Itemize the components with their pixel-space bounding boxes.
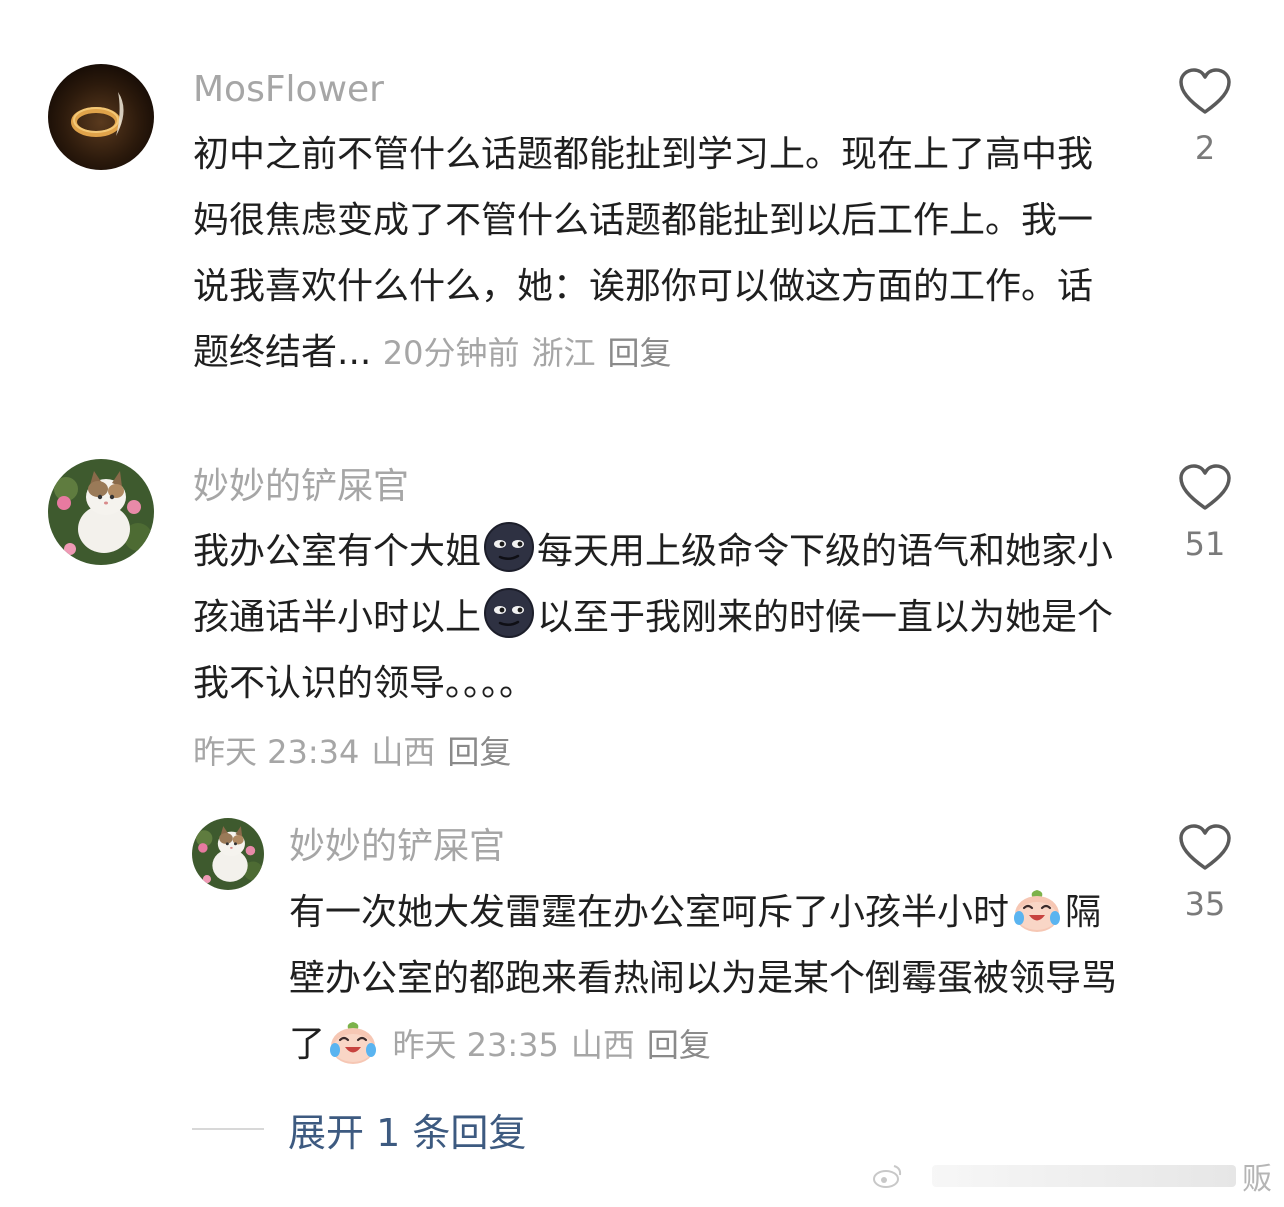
comment-meta: 昨天 23:34 山西 回复: [193, 730, 523, 774]
avatar[interactable]: [48, 459, 154, 565]
comment-body-part: 有一次她大发雷霆在办公室呵斥了小孩半小时: [289, 892, 1010, 933]
comment-location: 山西: [570, 1026, 635, 1064]
heart-icon: [1179, 464, 1231, 510]
comment-time: 昨天 23:35: [392, 1026, 559, 1064]
comment-meta: 20分钟前 浙江 回复: [383, 334, 684, 372]
watermark-text: 贩: [1242, 1162, 1272, 1197]
comment-text: 我办公室有个大姐 每天用上级命令下级的语气和她家小孩通话半小时以上 以至于我刚来…: [193, 519, 1128, 717]
comment-body-part: 我办公室有个大姐: [193, 531, 482, 572]
like-count: 51: [1184, 525, 1226, 563]
weibo-logo-icon: [873, 1165, 902, 1188]
username[interactable]: MosFlower: [193, 68, 384, 112]
crying-laughing-peach-emoji-icon: [330, 1022, 377, 1064]
cat-in-flowers-avatar-icon: [48, 459, 154, 565]
comment-time: 昨天 23:34: [193, 733, 360, 771]
comment-location: 山西: [371, 733, 436, 771]
cat-in-flowers-avatar-icon: [192, 818, 264, 890]
comment-meta: 昨天 23:35 山西 回复: [392, 1026, 722, 1064]
avatar[interactable]: [48, 64, 154, 170]
expand-replies-label: 展开 1 条回复: [288, 1110, 527, 1155]
smirking-dark-face-emoji-icon: [484, 522, 535, 572]
comment-text: 有一次她大发雷霆在办公室呵斥了小孩半小时 隔壁办公室的都跑来看热闹以为是某个倒霉…: [289, 880, 1129, 1078]
comment-location: 浙江: [531, 334, 596, 372]
ring-feather-avatar-icon: [48, 64, 154, 170]
reply-button[interactable]: 回复: [647, 1026, 711, 1064]
like-count: 2: [1194, 129, 1216, 167]
comment-time: 20分钟前: [382, 334, 520, 372]
expand-replies-button[interactable]: 展开 1 条回复: [192, 1104, 527, 1155]
username[interactable]: 妙妙的铲屎官: [289, 825, 505, 869]
divider: [192, 1128, 264, 1130]
like-button[interactable]: 2: [1170, 68, 1240, 168]
comment-text: 初中之前不管什么话题都能扯到学习上。现在上了高中我妈很焦虑变成了不管什么话题都能…: [193, 122, 1123, 386]
smirking-dark-face-emoji-icon: [484, 588, 535, 638]
like-button[interactable]: 35: [1170, 824, 1240, 924]
reply-button[interactable]: 回复: [447, 733, 511, 771]
avatar[interactable]: [192, 818, 264, 890]
like-count: 35: [1184, 885, 1226, 923]
heart-icon: [1179, 68, 1231, 114]
crying-laughing-peach-emoji-icon: [1014, 890, 1061, 932]
watermark-bar: [932, 1165, 1236, 1187]
heart-icon: [1179, 824, 1231, 870]
watermark: 贩: [872, 1156, 1272, 1197]
reply-button[interactable]: 回复: [608, 334, 672, 372]
username[interactable]: 妙妙的铲屎官: [193, 465, 409, 509]
like-button[interactable]: 51: [1170, 464, 1240, 564]
